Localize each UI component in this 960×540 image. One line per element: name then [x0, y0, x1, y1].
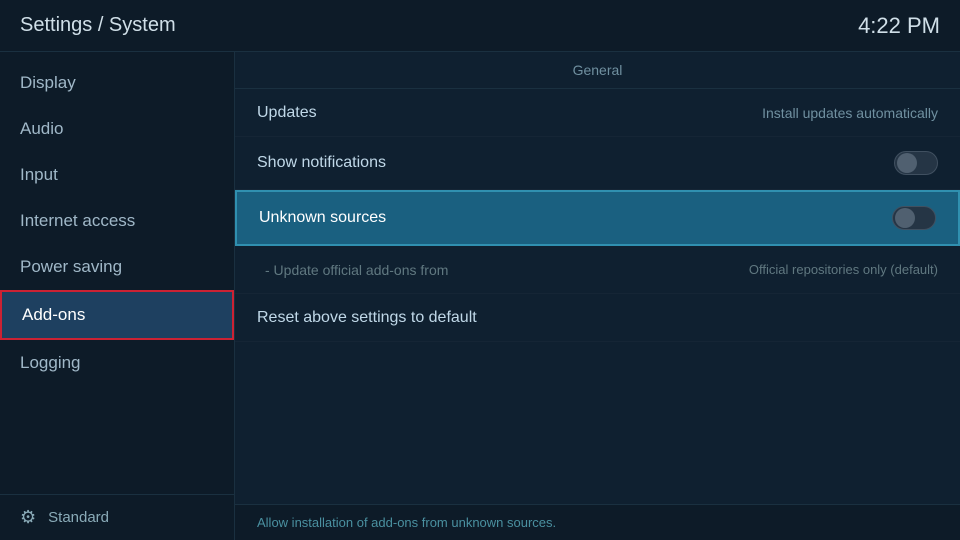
toggle-unknown-sources[interactable]	[892, 206, 936, 230]
sidebar-item-label: Power saving	[20, 257, 122, 276]
setting-row-unknown-sources[interactable]: Unknown sources	[235, 190, 960, 246]
header: Settings / System 4:22 PM	[0, 0, 960, 52]
sidebar-item-label: Logging	[20, 353, 81, 372]
clock: 4:22 PM	[858, 13, 940, 39]
toggle-show-notifications[interactable]	[894, 151, 938, 175]
sidebar-item-power-saving[interactable]: Power saving	[0, 244, 234, 290]
sidebar-item-internet-access[interactable]: Internet access	[0, 198, 234, 244]
settings-list: Updates Install updates automatically Sh…	[235, 89, 960, 504]
gear-icon: ⚙	[20, 507, 36, 528]
section-header: General	[235, 52, 960, 89]
setting-label-updates: Updates	[257, 104, 317, 122]
setting-row-updates[interactable]: Updates Install updates automatically	[235, 89, 960, 137]
toggle-knob-unknown	[895, 208, 915, 228]
setting-label-update-official: - Update official add-ons from	[265, 262, 448, 278]
setting-row-show-notifications[interactable]: Show notifications	[235, 137, 960, 190]
setting-label-reset-settings: Reset above settings to default	[257, 309, 477, 327]
standard-label: Standard	[48, 509, 109, 526]
page-title: Settings / System	[20, 14, 176, 37]
setting-label-unknown-sources: Unknown sources	[259, 209, 386, 227]
sidebar-item-label: Audio	[20, 119, 63, 138]
content-panel: General Updates Install updates automati…	[235, 52, 960, 540]
footer-text: Allow installation of add-ons from unkno…	[257, 515, 556, 530]
sidebar-item-display[interactable]: Display	[0, 60, 234, 106]
sidebar-footer: ⚙ Standard	[0, 494, 234, 540]
sidebar-item-label: Add-ons	[22, 305, 85, 324]
setting-value-update-official: Official repositories only (default)	[749, 262, 938, 277]
main-layout: Display Audio Input Internet access Powe…	[0, 52, 960, 540]
sidebar-item-audio[interactable]: Audio	[0, 106, 234, 152]
content-footer: Allow installation of add-ons from unkno…	[235, 504, 960, 540]
setting-value-updates: Install updates automatically	[762, 105, 938, 121]
sidebar-item-label: Input	[20, 165, 58, 184]
sidebar-item-add-ons[interactable]: Add-ons	[0, 290, 234, 340]
sidebar-item-label: Internet access	[20, 211, 135, 230]
sidebar-item-input[interactable]: Input	[0, 152, 234, 198]
sidebar-item-label: Display	[20, 73, 76, 92]
setting-label-show-notifications: Show notifications	[257, 154, 386, 172]
setting-row-update-official[interactable]: - Update official add-ons from Official …	[235, 246, 960, 294]
toggle-knob	[897, 153, 917, 173]
sidebar-item-logging[interactable]: Logging	[0, 340, 234, 386]
sidebar: Display Audio Input Internet access Powe…	[0, 52, 235, 540]
setting-row-reset-settings[interactable]: Reset above settings to default	[235, 294, 960, 342]
